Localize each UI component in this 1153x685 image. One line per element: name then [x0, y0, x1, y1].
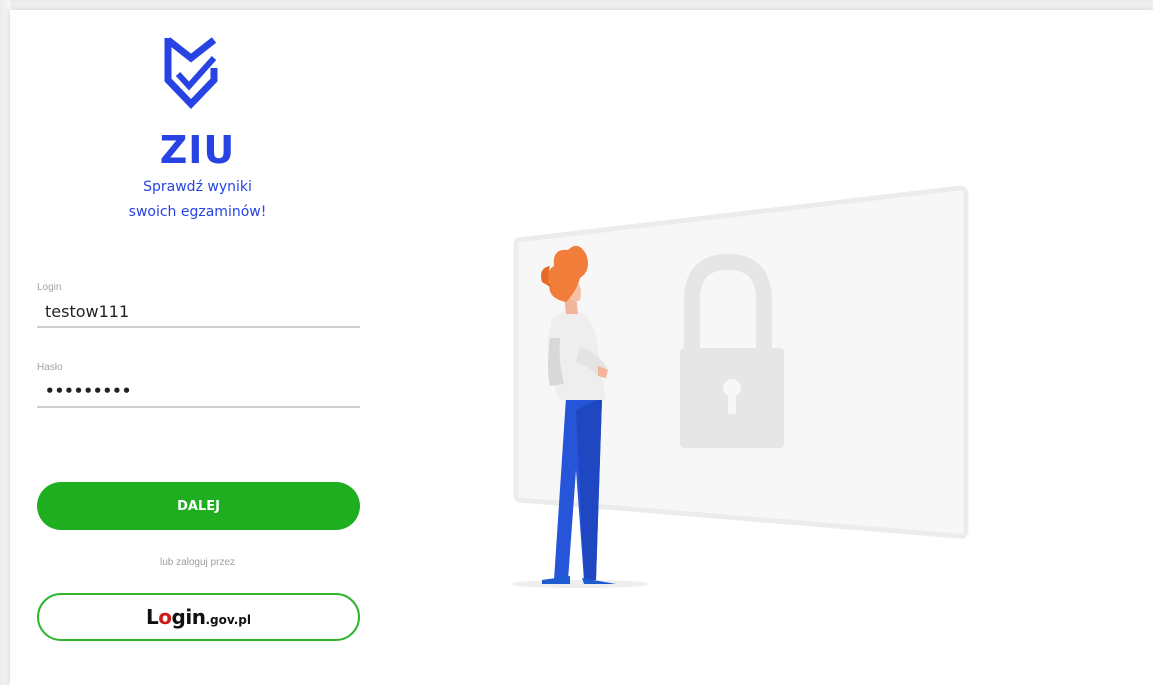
gov-login-button[interactable]: Login .gov.pl: [37, 593, 360, 641]
tagline-line-1: Sprawdź wyniki: [143, 179, 252, 195]
gov-login-main: Login: [146, 605, 206, 629]
padlock-illustration: [510, 185, 969, 588]
window-top-edge: [0, 0, 1153, 10]
gov-login-suffix: .gov.pl: [205, 613, 251, 627]
tagline-line-2: swoich egzaminów!: [128, 204, 267, 220]
shield-check-icon: [164, 37, 218, 110]
brand-name: ZIU: [159, 128, 236, 172]
window-left-edge: [0, 0, 10, 685]
submit-button[interactable]: DALEJ: [37, 482, 360, 530]
password-input[interactable]: [37, 376, 360, 408]
login-input[interactable]: [37, 296, 360, 328]
alt-login-text: lub zaloguj przez: [159, 557, 236, 568]
login-label: Login: [37, 282, 62, 293]
gov-login-logo: Login .gov.pl: [146, 605, 251, 629]
password-label: Hasło: [37, 362, 63, 373]
